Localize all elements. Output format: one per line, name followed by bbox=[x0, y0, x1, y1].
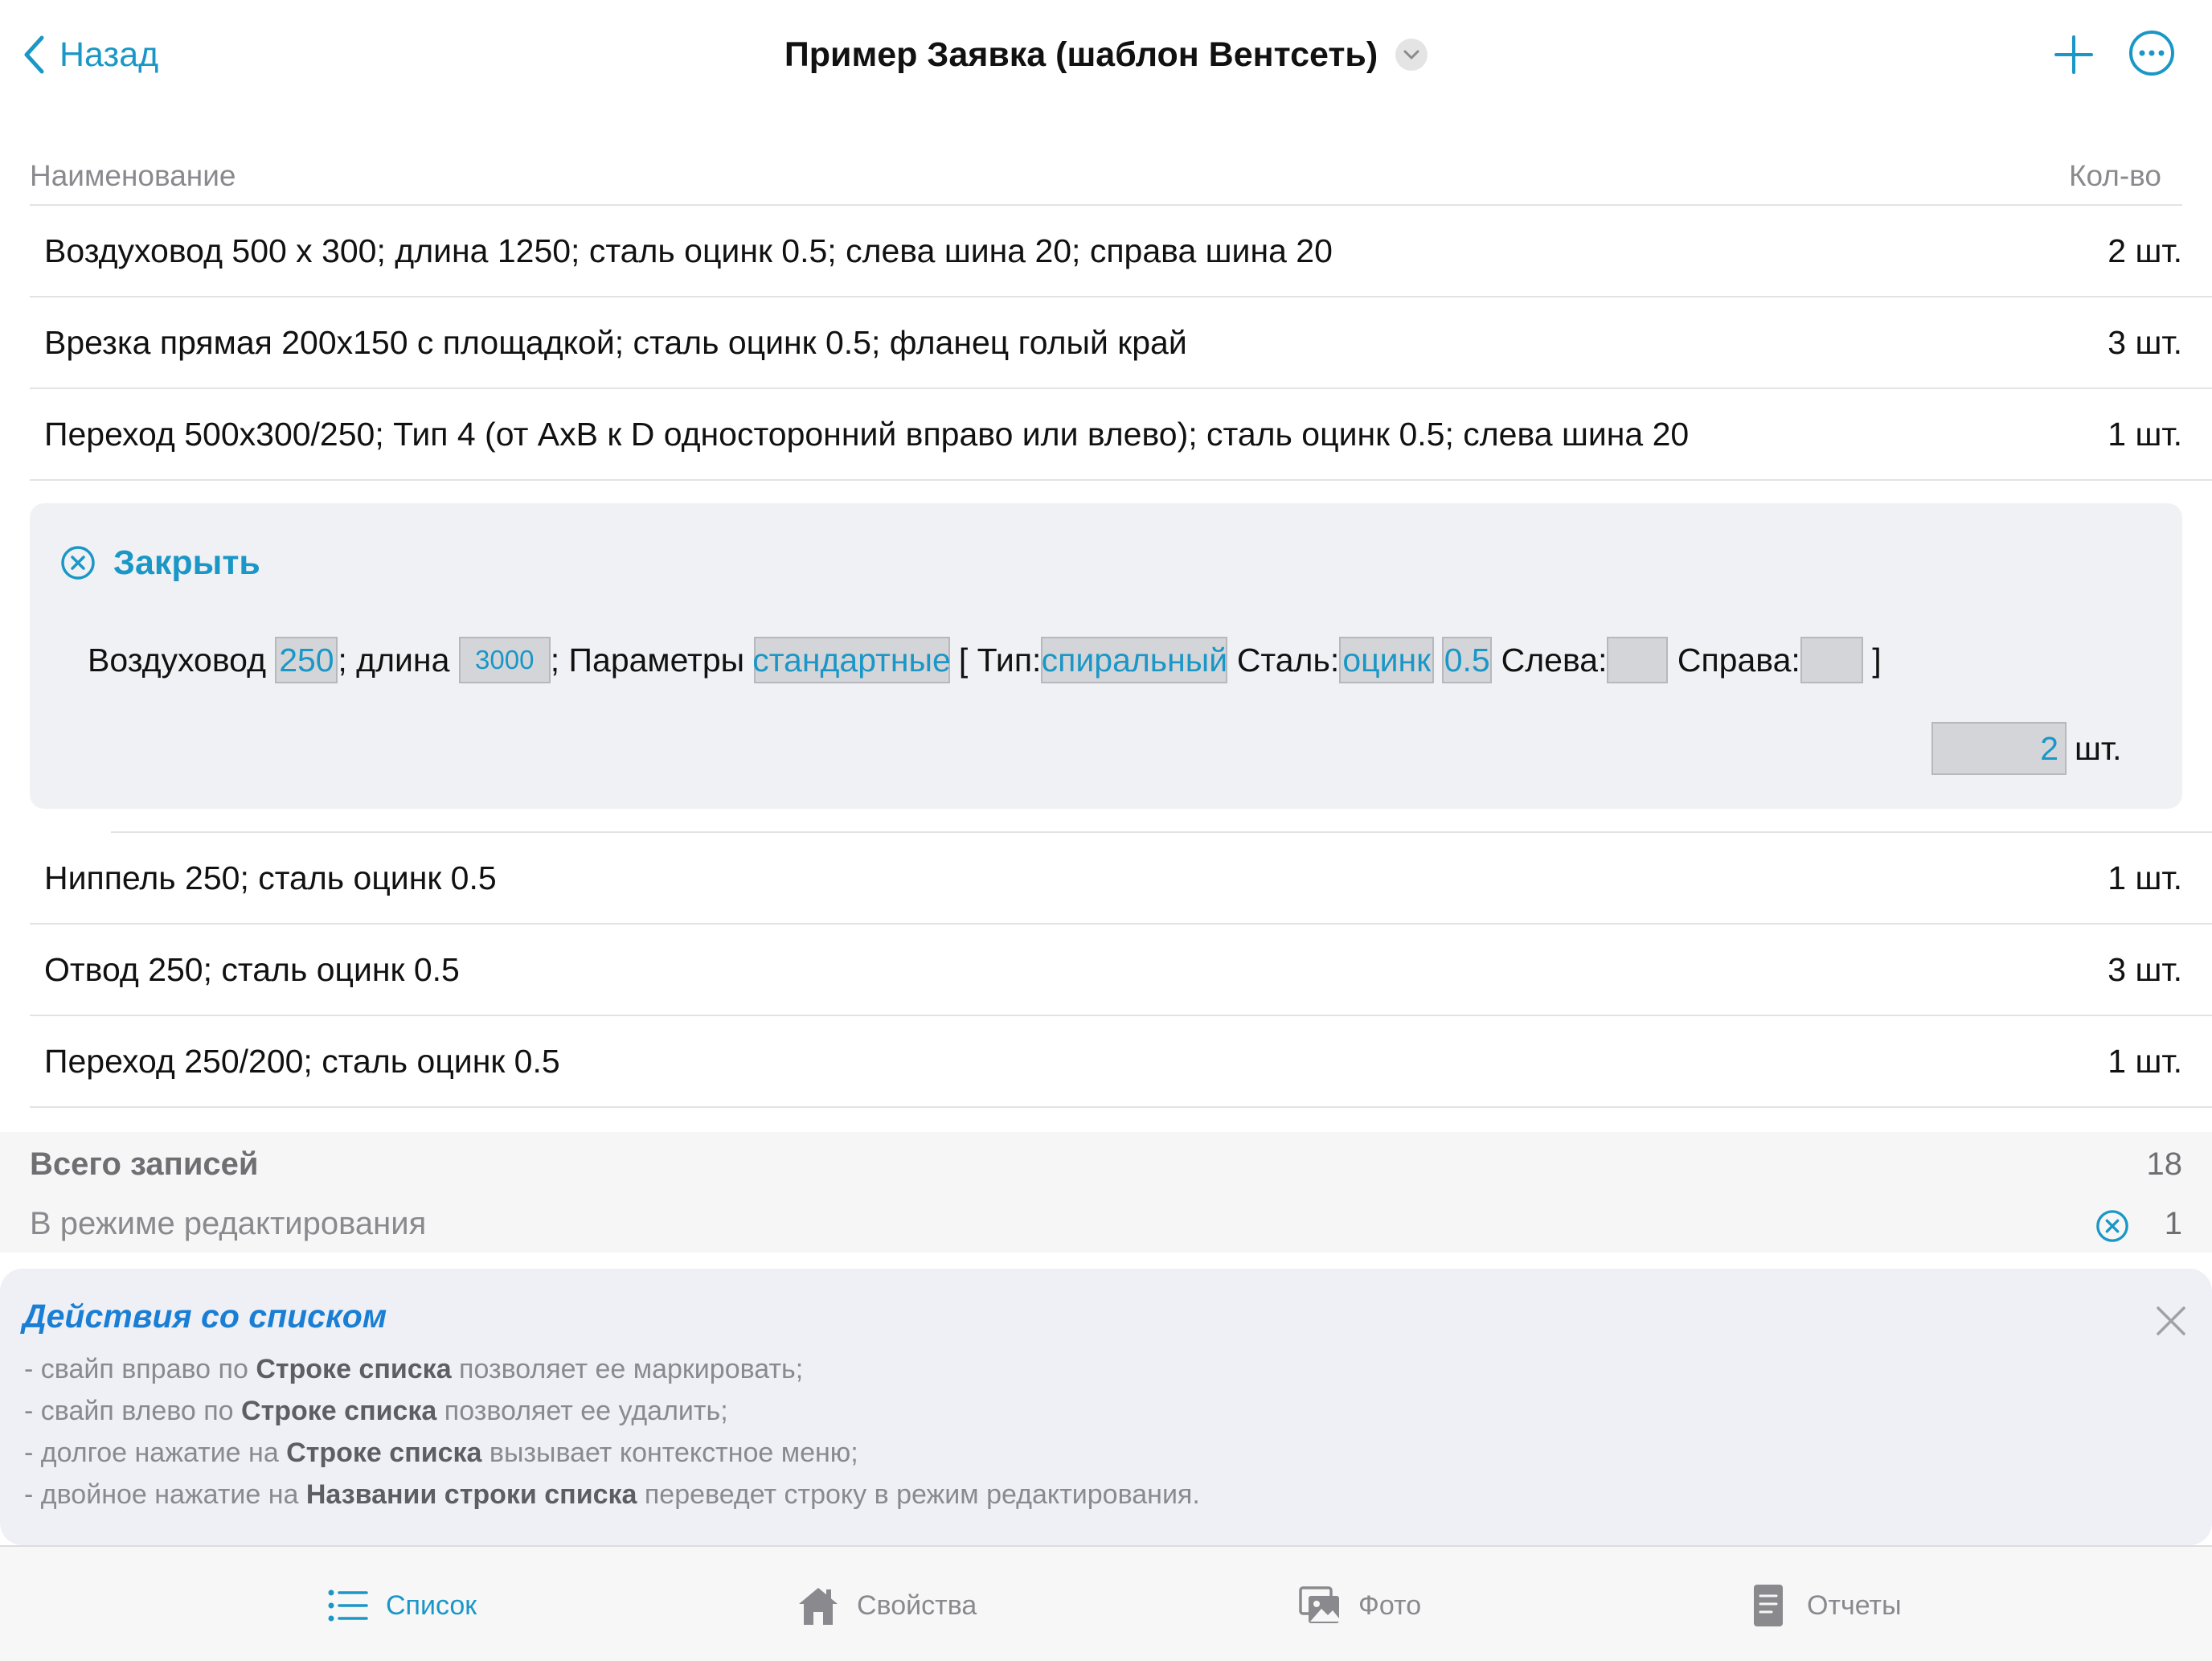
tip-line: - свайп влево по Строке списка позволяет… bbox=[24, 1396, 728, 1427]
tab-bar: Список Свойства Фото Отчеты bbox=[0, 1545, 2212, 1661]
row-name: Ниппель 250; сталь оцинк 0.5 bbox=[44, 859, 497, 896]
tab-label: Фото bbox=[1358, 1589, 1422, 1621]
tab-label: Список bbox=[386, 1589, 477, 1621]
formula-text: ; длина bbox=[338, 641, 459, 679]
total-label: Всего записей bbox=[30, 1146, 259, 1182]
row-name: Отвод 250; сталь оцинк 0.5 bbox=[44, 950, 460, 988]
list-row[interactable]: Отвод 250; сталь оцинк 0.5 3 шт. bbox=[30, 925, 2182, 1015]
list-header: Наименование Кол-во bbox=[30, 159, 2182, 199]
tip-line: - долгое нажатие на Строке списка вызыва… bbox=[24, 1437, 858, 1469]
formula-text: Сталь: bbox=[1227, 641, 1340, 679]
document-icon bbox=[1754, 1585, 1783, 1626]
formula-text: Воздуховод bbox=[88, 641, 276, 679]
divider bbox=[30, 1106, 2212, 1108]
tip-text: - свайп влево по bbox=[24, 1396, 242, 1426]
close-label: Закрыть bbox=[113, 543, 260, 582]
tab-list[interactable]: Список bbox=[325, 1577, 477, 1634]
formula-text: ] bbox=[1862, 641, 1882, 679]
list-row[interactable]: Воздуховод 500 х 300; длина 1250; сталь … bbox=[30, 206, 2182, 296]
close-tips-button[interactable] bbox=[2154, 1304, 2188, 1338]
row-qty: 3 шт. bbox=[2108, 950, 2182, 988]
page-title[interactable]: Пример Заявка (шаблон Вентсеть) bbox=[784, 35, 1378, 75]
tip-text: вызывает контекстное меню; bbox=[481, 1437, 858, 1468]
formula-text: [ Тип: bbox=[949, 641, 1042, 679]
tip-line: - свайп вправо по Строке списка позволяе… bbox=[24, 1354, 803, 1385]
add-button[interactable] bbox=[2048, 29, 2099, 80]
list-summary: Всего записей 18 В режиме редактирования… bbox=[0, 1132, 2212, 1253]
qty-unit: шт. bbox=[2075, 729, 2122, 767]
ellipsis-circle-icon bbox=[2129, 31, 2174, 76]
right-field[interactable] bbox=[1800, 637, 1863, 683]
list-actions-tips: Действия со списком - свайп вправо по Ст… bbox=[0, 1269, 2212, 1545]
navigation-bar: Назад Пример Заявка (шаблон Вентсеть) bbox=[0, 0, 2212, 109]
tip-text: позволяет ее удалить; bbox=[436, 1396, 728, 1426]
tab-reports[interactable]: Отчеты bbox=[1746, 1577, 1902, 1634]
header-name: Наименование bbox=[30, 159, 236, 192]
close-icon bbox=[2157, 1306, 2185, 1335]
tip-text: позволяет ее маркировать; bbox=[451, 1354, 804, 1384]
row-name: Переход 250/200; сталь оцинк 0.5 bbox=[44, 1042, 560, 1080]
row-qty: 1 шт. bbox=[2108, 859, 2182, 896]
tip-text: - двойное нажатие на bbox=[24, 1479, 306, 1510]
list-icon bbox=[328, 1589, 368, 1622]
total-value: 18 bbox=[2146, 1146, 2183, 1182]
total-records-row: Всего записей 18 bbox=[30, 1146, 2182, 1183]
tab-label: Свойства bbox=[857, 1589, 977, 1621]
type-field[interactable]: спиральный bbox=[1041, 637, 1228, 683]
list-row[interactable]: Переход 250/200; сталь оцинк 0.5 1 шт. bbox=[30, 1016, 2182, 1106]
params-field[interactable]: стандартные bbox=[752, 637, 951, 683]
tab-label: Отчеты bbox=[1807, 1589, 1902, 1621]
steel-field[interactable]: оцинк bbox=[1339, 637, 1435, 683]
formula-text: Слева: bbox=[1492, 641, 1608, 679]
formula-text: Справа: bbox=[1668, 641, 1800, 679]
tip-line: - двойное нажатие на Названии строки спи… bbox=[24, 1479, 1200, 1511]
photos-icon bbox=[1299, 1586, 1339, 1623]
thickness-field[interactable]: 0.5 bbox=[1442, 637, 1493, 683]
list-row[interactable]: Переход 500х300/250; Тип 4 (от AxB к D о… bbox=[30, 389, 2182, 479]
item-formula: Воздуховод 250 ; длина 3000 ; Параметры … bbox=[88, 635, 1882, 685]
close-all-editing-icon[interactable] bbox=[2095, 1209, 2129, 1243]
tab-properties[interactable]: Свойства bbox=[796, 1577, 977, 1634]
title-area: Пример Заявка (шаблон Вентсеть) bbox=[0, 29, 2212, 80]
row-name: Воздуховод 500 х 300; длина 1250; сталь … bbox=[44, 232, 1333, 269]
close-circle-icon bbox=[61, 546, 95, 580]
close-editor-button[interactable]: Закрыть bbox=[60, 539, 260, 587]
title-dropdown-button[interactable] bbox=[1395, 39, 1428, 71]
tab-photos[interactable]: Фото bbox=[1297, 1577, 1421, 1634]
row-name: Врезка прямая 200х150 с площадкой; сталь… bbox=[44, 323, 1187, 361]
tip-bold: Строке списка bbox=[286, 1437, 482, 1468]
header-qty: Кол-во bbox=[2068, 159, 2161, 192]
left-field[interactable] bbox=[1607, 637, 1669, 683]
more-button[interactable] bbox=[2128, 29, 2176, 77]
editing-records-row: В режиме редактирования 1 bbox=[30, 1206, 2182, 1242]
row-qty: 1 шт. bbox=[2108, 1042, 2182, 1080]
formula-text: ; Параметры bbox=[550, 641, 754, 679]
row-qty: 3 шт. bbox=[2108, 323, 2182, 361]
tip-text: - свайп вправо по bbox=[24, 1354, 256, 1384]
row-qty: 1 шт. bbox=[2108, 415, 2182, 453]
tips-title: Действия со списком bbox=[23, 1298, 387, 1335]
row-name: Переход 500х300/250; Тип 4 (от AxB к D о… bbox=[44, 415, 1690, 453]
list-row[interactable]: Врезка прямая 200х150 с площадкой; сталь… bbox=[30, 297, 2182, 388]
editing-label: В режиме редактирования bbox=[30, 1206, 427, 1241]
qty-field[interactable]: 2 bbox=[1931, 722, 2067, 775]
tip-bold: Строке списка bbox=[241, 1396, 437, 1426]
tip-text: - долгое нажатие на bbox=[24, 1437, 287, 1468]
length-field[interactable]: 3000 bbox=[458, 637, 551, 683]
tip-bold: Строке списка bbox=[256, 1354, 452, 1384]
plus-icon bbox=[2054, 35, 2093, 74]
row-editor-panel: Закрыть Воздуховод 250 ; длина 3000 ; Па… bbox=[30, 503, 2182, 809]
diameter-field[interactable]: 250 bbox=[275, 637, 338, 683]
row-qty: 2 шт. bbox=[2108, 232, 2182, 269]
editing-value: 1 bbox=[2164, 1206, 2182, 1241]
chevron-down-icon bbox=[1403, 50, 1419, 59]
house-icon bbox=[799, 1588, 838, 1625]
editor-qty: 2 шт. bbox=[1931, 722, 2122, 775]
list-row[interactable]: Ниппель 250; сталь оцинк 0.5 1 шт. bbox=[30, 833, 2182, 923]
tip-bold: Названии строки списка bbox=[305, 1479, 637, 1510]
tip-text: переведет строку в режим редактирования. bbox=[637, 1479, 1200, 1510]
divider bbox=[30, 479, 2212, 481]
